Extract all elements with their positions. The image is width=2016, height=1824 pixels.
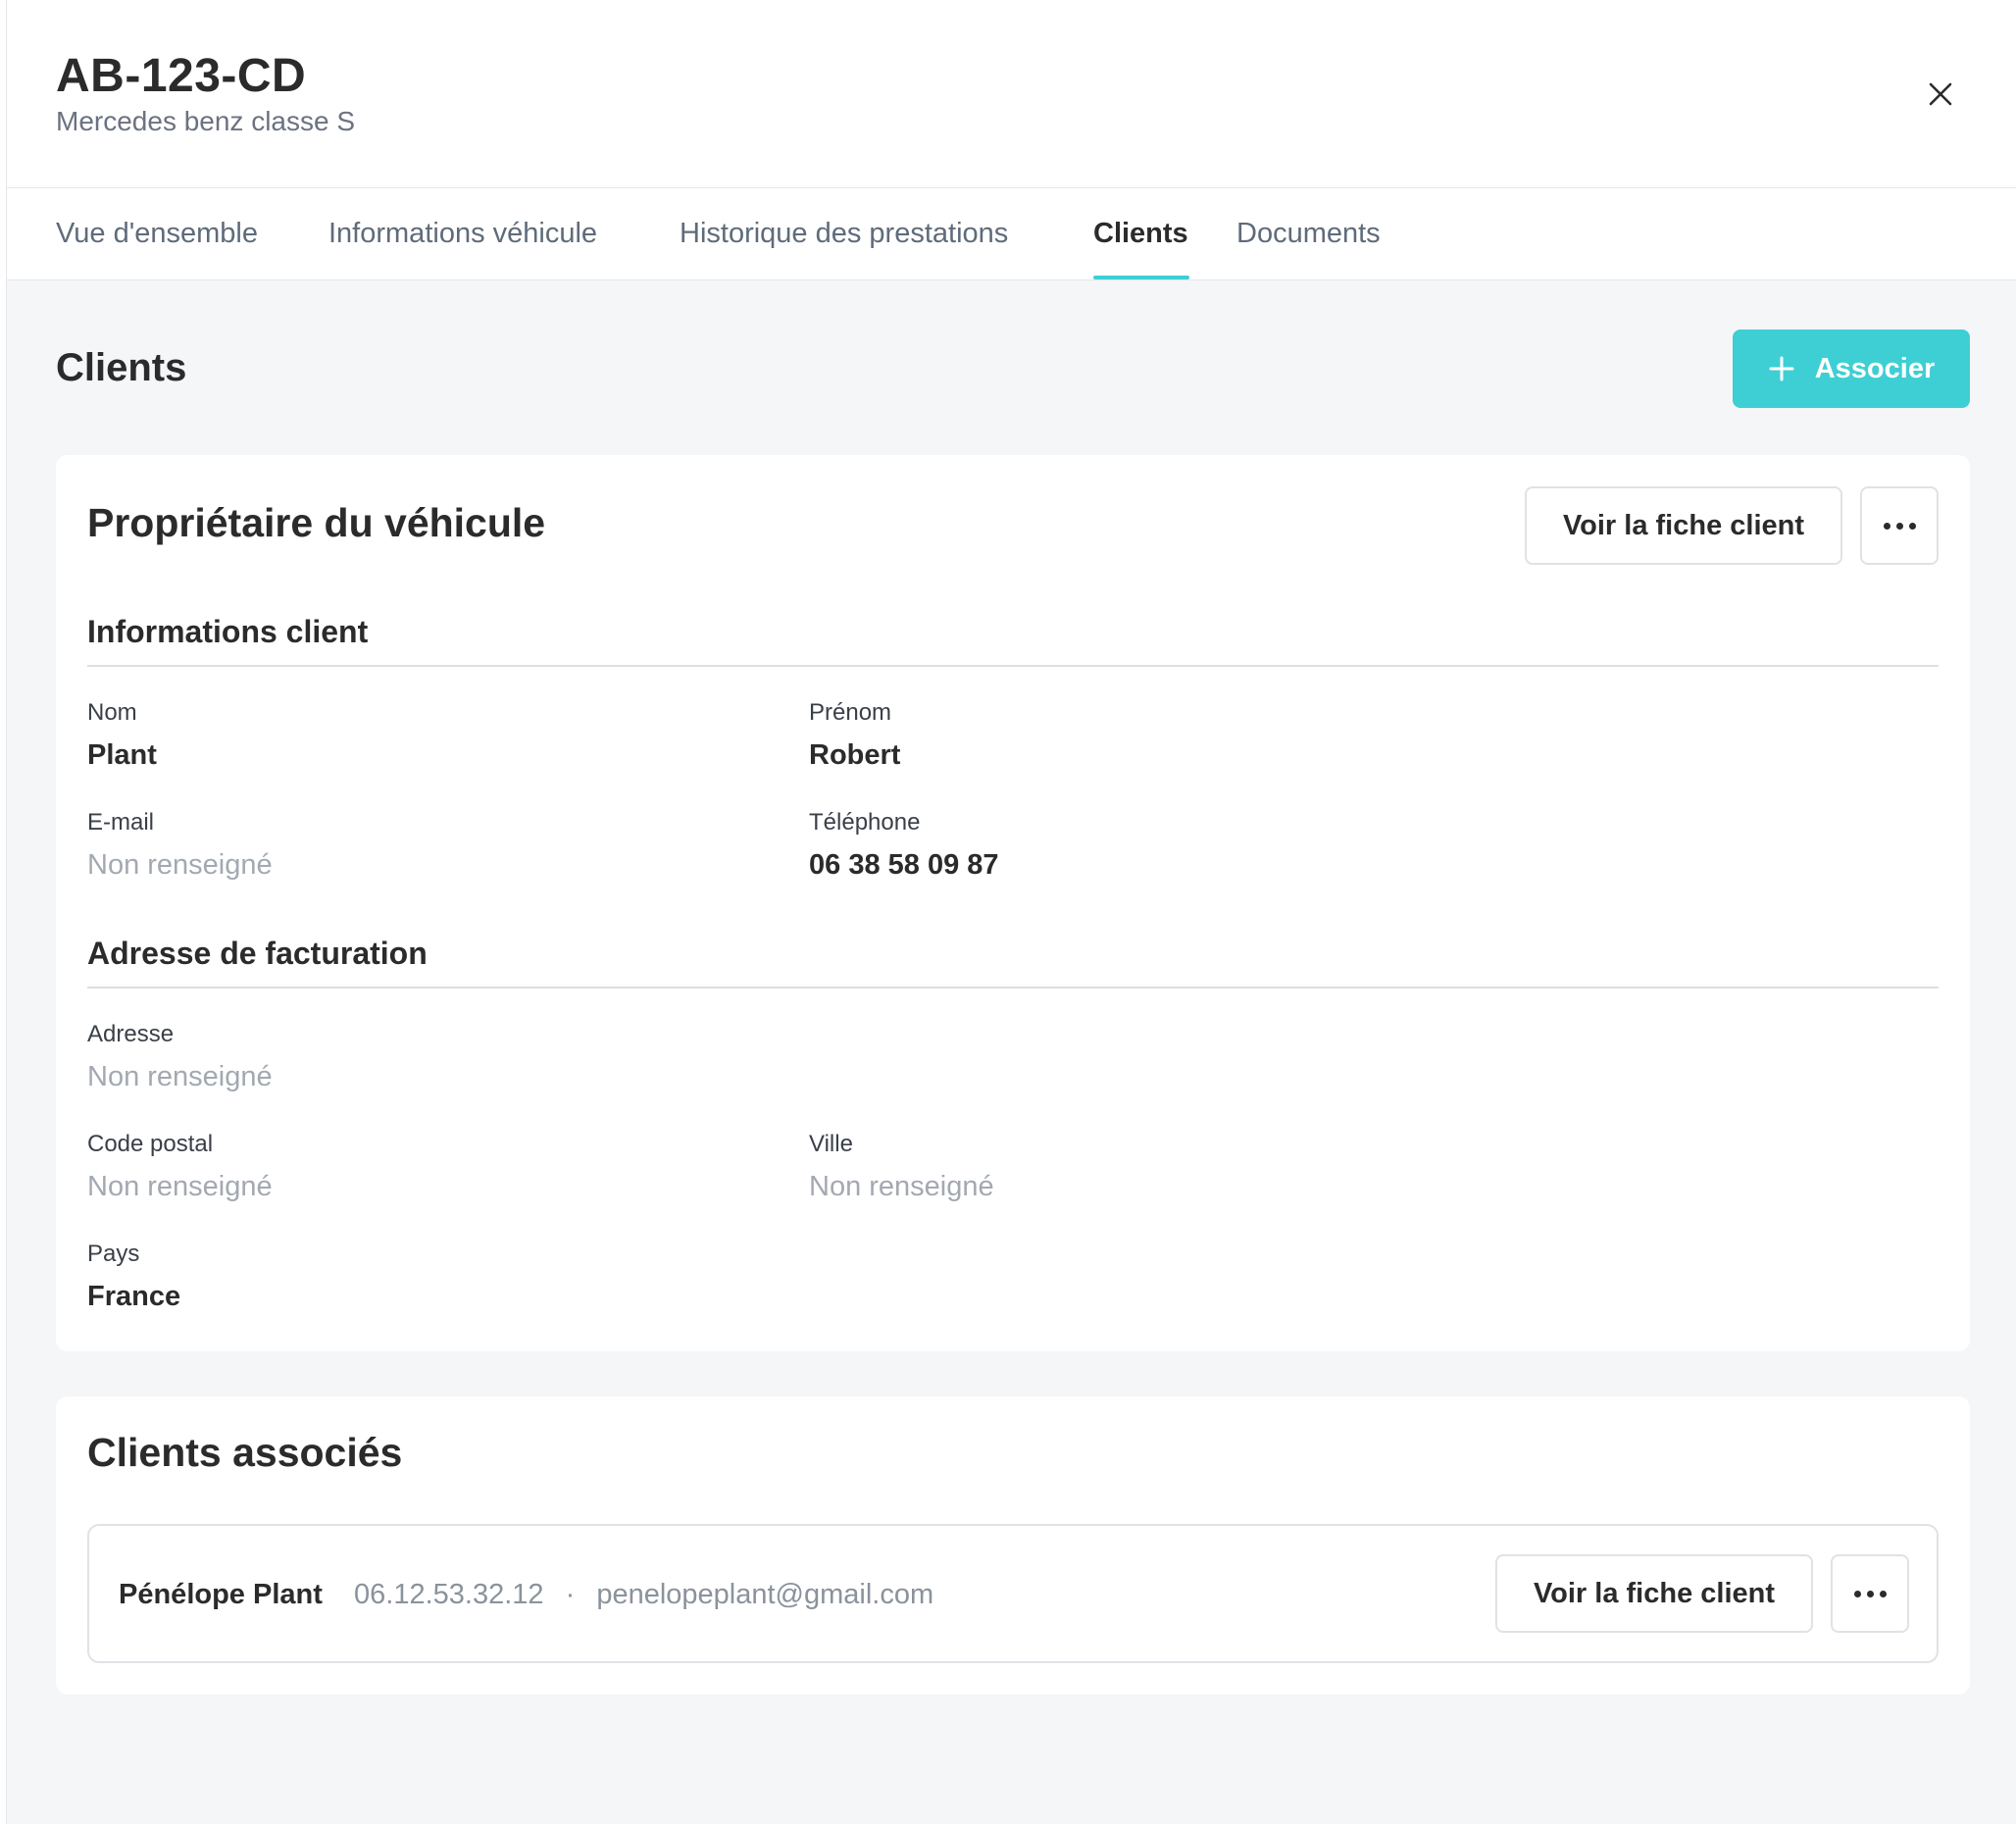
associated-client-contact: 06.12.53.32.12 · penelopeplant@gmail.com [354, 1579, 933, 1611]
plus-icon [1769, 356, 1794, 381]
associated-client-more-button[interactable] [1831, 1554, 1909, 1633]
address-value: Non renseigné [87, 1061, 273, 1092]
vehicle-detail-panel: AB-123-CD Mercedes benz classe S Vue d'e… [6, 0, 2016, 1824]
associate-button-label: Associer [1814, 352, 1936, 384]
postal-code-value: Non renseigné [87, 1171, 273, 1202]
more-horizontal-icon [1853, 1590, 1887, 1597]
owner-card-title: Propriétaire du véhicule [87, 500, 546, 545]
last-name-value: Plant [87, 739, 157, 771]
associated-client-phone: 06.12.53.32.12 [354, 1579, 544, 1610]
first-name-label: Prénom [809, 699, 892, 726]
owner-card: Propriétaire du véhicule Voir la fiche c… [56, 455, 1970, 1351]
panel-header: AB-123-CD Mercedes benz classe S [7, 0, 2016, 188]
phone-label: Téléphone [809, 809, 921, 836]
owner-more-button[interactable] [1860, 486, 1939, 565]
country-label: Pays [87, 1241, 140, 1267]
associated-client-email: penelopeplant@gmail.com [596, 1579, 934, 1610]
first-name-value: Robert [809, 739, 901, 771]
vehicle-plate: AB-123-CD [56, 50, 307, 102]
tab-bar: Vue d'ensemble Informations véhicule His… [7, 188, 2016, 280]
separator-dot: · [565, 1579, 576, 1610]
tab-vehicle-info[interactable]: Informations véhicule [328, 218, 597, 250]
tab-overview[interactable]: Vue d'ensemble [56, 218, 258, 250]
tab-service-history[interactable]: Historique des prestations [680, 218, 1008, 250]
vehicle-model: Mercedes benz classe S [56, 106, 356, 136]
list-item: Pénélope Plant 06.12.53.32.12 · penelope… [87, 1524, 1939, 1663]
client-info-heading: Informations client [87, 614, 369, 649]
last-name-label: Nom [87, 699, 137, 726]
associated-clients-title: Clients associés [87, 1430, 403, 1475]
tab-clients[interactable]: Clients [1093, 218, 1188, 250]
country-value: France [87, 1281, 181, 1312]
phone-value: 06 38 58 09 87 [809, 849, 999, 881]
city-label: Ville [809, 1131, 853, 1157]
page-title: Clients [56, 346, 187, 389]
email-label: E-mail [87, 809, 155, 836]
view-owner-button[interactable]: Voir la fiche client [1525, 486, 1842, 565]
postal-code-label: Code postal [87, 1131, 214, 1157]
close-button[interactable] [1923, 76, 1958, 112]
billing-address-heading: Adresse de facturation [87, 936, 428, 971]
city-value: Non renseigné [809, 1171, 994, 1202]
divider [87, 987, 1939, 988]
close-icon [1929, 82, 1952, 106]
address-label: Adresse [87, 1021, 175, 1047]
tab-documents[interactable]: Documents [1236, 218, 1381, 250]
associated-client-name: Pénélope Plant [119, 1579, 323, 1610]
view-associated-client-button[interactable]: Voir la fiche client [1495, 1554, 1813, 1633]
associated-clients-card: Clients associés Pénélope Plant 06.12.53… [56, 1396, 1970, 1695]
email-value: Non renseigné [87, 849, 273, 881]
divider [87, 665, 1939, 667]
more-horizontal-icon [1883, 522, 1916, 530]
associate-button[interactable]: Associer [1733, 329, 1970, 408]
active-tab-indicator [1093, 276, 1189, 279]
